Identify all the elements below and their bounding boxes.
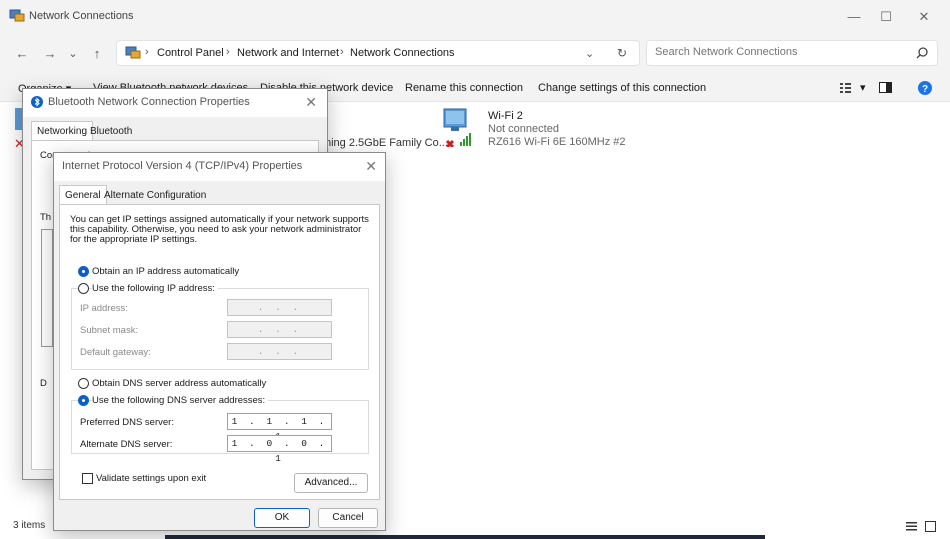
breadcrumb-network-connections[interactable]: Network Connections [350,47,455,59]
preview-pane-icon[interactable] [879,82,892,93]
use-following-ip-label[interactable]: Use the following IP address: [92,284,218,294]
window-title: Network Connections [29,10,134,22]
view-options-dropdown[interactable]: ▾ [860,81,866,94]
breadcrumb-separator: › [340,46,344,58]
rename-connection-command[interactable]: Rename this connection [405,82,523,94]
bluetooth-icon [31,96,43,108]
subnet-mask-label: Subnet mask: [80,325,139,336]
wifi-adapter-icon[interactable] [441,107,473,147]
close-button[interactable]: ✕ [905,0,943,34]
bluetooth-dialog-title: Bluetooth Network Connection Properties [48,96,250,108]
components-list[interactable] [41,229,53,347]
ethernet-adapter-description: ning 2.5GbE Family Co... [325,137,448,149]
obtain-dns-auto-label[interactable]: Obtain DNS server address automatically [92,379,266,389]
description-label: D [40,378,47,389]
up-button[interactable]: ↑ [88,45,106,63]
tab-networking[interactable]: Networking [31,121,94,141]
obtain-ip-auto-radio[interactable] [78,266,89,277]
help-icon[interactable]: ? [918,81,932,95]
tiles-view-icon[interactable] [925,521,936,532]
preferred-dns-field[interactable]: 1 . 1 . 1 . 1 [227,413,332,442]
title-bar: Network Connections — ☐ ✕ [0,0,950,34]
change-settings-command[interactable]: Change settings of this connection [538,82,706,94]
back-button[interactable]: ← [13,45,31,63]
ipv4-dialog-title-bar: Internet Protocol Version 4 (TCP/IPv4) P… [54,153,385,181]
wifi-connection-device: RZ616 Wi-Fi 6E 160MHz #2 [488,136,626,148]
item-count: 3 items [13,520,46,531]
recent-locations-button[interactable]: ⌄ [64,45,82,63]
subnet-mask-field[interactable]: . . . [227,321,332,338]
advanced-button[interactable]: Advanced... [294,473,368,493]
obtain-dns-auto-radio[interactable] [78,378,89,389]
ip-address-label: IP address: [80,303,128,314]
ipv4-dialog-close-button[interactable]: ✕ [365,158,377,175]
use-following-dns-radio[interactable] [78,395,89,406]
description-line-3: for the appropriate IP settings. [70,234,198,245]
bluetooth-dialog-title-bar: Bluetooth Network Connection Properties … [23,89,327,117]
general-tab-page: You can get IP settings assigned automat… [59,204,380,500]
forward-button[interactable]: → [41,45,59,63]
validate-settings-label[interactable]: Validate settings upon exit [96,474,206,484]
search-box[interactable] [646,40,938,66]
use-following-dns-label[interactable]: Use the following DNS server addresses: [92,396,269,406]
navigation-bar: ← → ⌄ ↑ › Control Panel › Network and In… [0,34,950,74]
components-label: Th [40,212,52,223]
cancel-button[interactable]: Cancel [318,508,378,528]
wifi-connection-name[interactable]: Wi-Fi 2 [488,110,523,122]
bluetooth-dialog-close-button[interactable]: ✕ [305,94,317,111]
ip-address-field[interactable]: . . . [227,299,332,316]
use-following-ip-radio[interactable] [78,283,89,294]
view-options-icon[interactable] [840,83,852,93]
background-window-edge [165,535,765,539]
wifi-connection-status: Not connected [488,123,559,135]
network-connections-icon [9,9,25,22]
details-view-icon[interactable] [906,522,917,531]
validate-settings-checkbox[interactable] [82,473,93,484]
ipv4-dialog-title: Internet Protocol Version 4 (TCP/IPv4) P… [62,160,303,172]
tab-alternate-configuration[interactable]: Alternate Configuration [99,186,211,206]
control-panel-icon [125,46,141,59]
ipv4-properties-dialog: Internet Protocol Version 4 (TCP/IPv4) P… [53,152,386,531]
breadcrumb-separator: › [145,46,149,58]
default-gateway-label: Default gateway: [80,347,151,358]
obtain-ip-auto-label[interactable]: Obtain an IP address automatically [92,267,239,277]
maximize-button[interactable]: ☐ [867,0,905,34]
search-icon[interactable] [915,46,929,60]
ok-button[interactable]: OK [254,508,310,528]
alternate-dns-field[interactable]: 1 . 0 . 0 . 1 [227,435,332,464]
breadcrumb-network-and-internet[interactable]: Network and Internet [237,47,339,59]
address-dropdown-button[interactable]: ⌄ [585,47,594,60]
alternate-dns-label: Alternate DNS server: [80,439,173,450]
default-gateway-field[interactable]: . . . [227,343,332,360]
address-bar[interactable]: › Control Panel › Network and Internet ›… [116,40,640,66]
search-input[interactable] [655,46,895,58]
refresh-button[interactable]: ↻ [617,46,627,60]
svg-text:?: ? [922,84,928,95]
preferred-dns-label: Preferred DNS server: [80,417,174,428]
tab-bluetooth[interactable]: Bluetooth [85,122,137,142]
breadcrumb-separator: › [226,46,230,58]
breadcrumb-control-panel[interactable]: Control Panel [157,47,224,59]
